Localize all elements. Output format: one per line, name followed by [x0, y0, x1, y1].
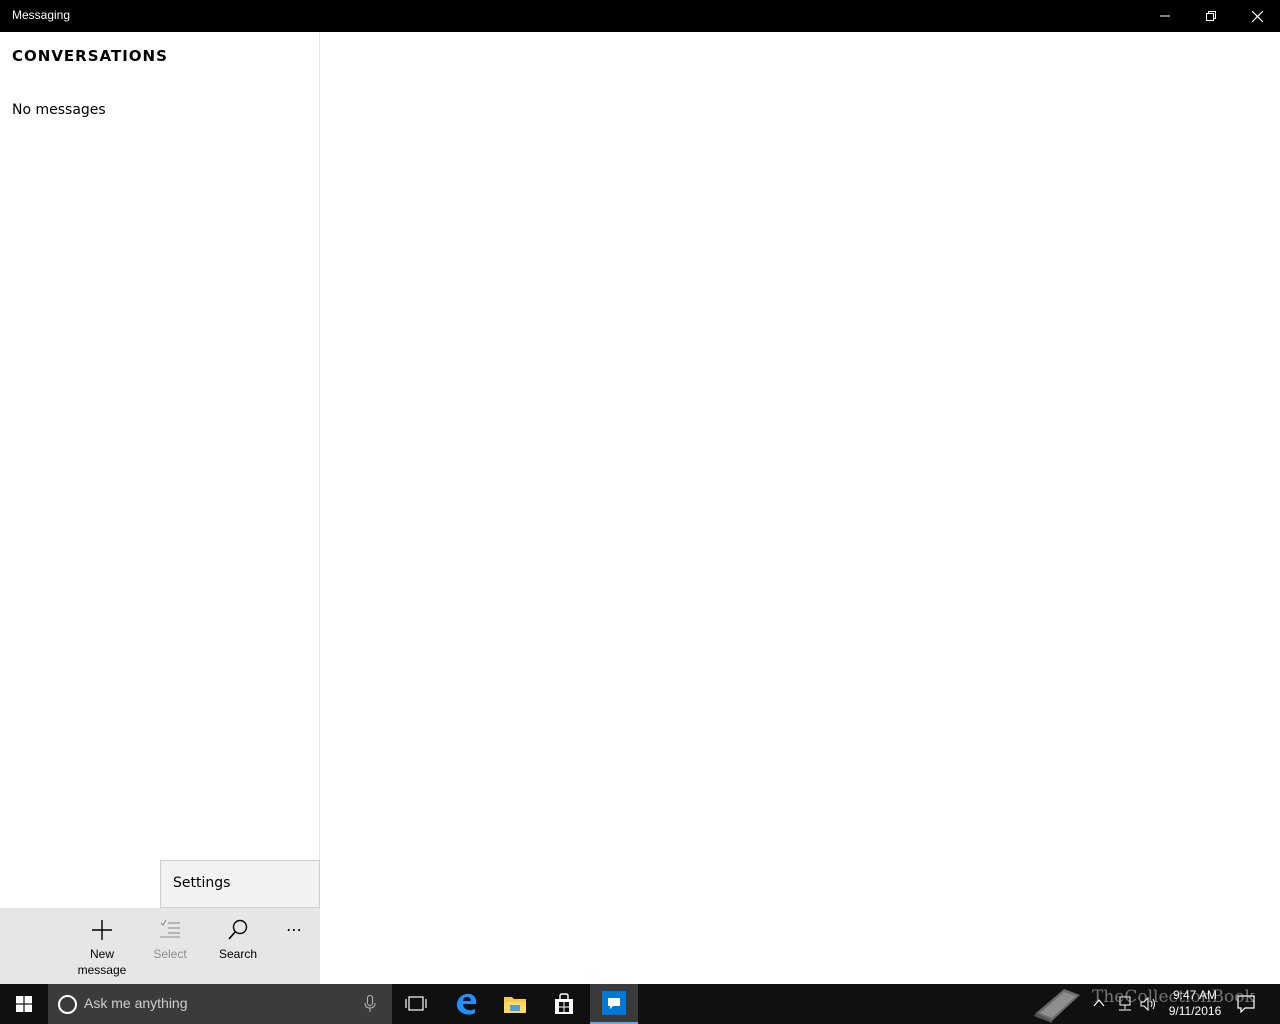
plus-icon — [92, 920, 112, 940]
start-button[interactable] — [0, 984, 48, 1024]
restore-icon — [1206, 11, 1216, 21]
new-message-label-line1: New — [89, 947, 114, 961]
messaging-taskbar-button[interactable] — [590, 984, 638, 1024]
new-message-button[interactable]: New message — [68, 908, 136, 984]
more-menu-flyout: Settings — [160, 860, 320, 908]
search-button[interactable]: Search — [204, 908, 272, 984]
select-list-icon — [160, 919, 180, 938]
task-view-button[interactable] — [392, 984, 440, 1024]
messaging-icon — [602, 991, 626, 1015]
store-taskbar-button[interactable] — [540, 984, 588, 1024]
cortana-search-box[interactable]: Ask me anything — [48, 984, 392, 1024]
search-icon — [228, 919, 248, 940]
edge-icon — [457, 993, 477, 1015]
close-button[interactable] — [1234, 0, 1280, 32]
select-label: Select — [153, 947, 187, 961]
minimize-button[interactable] — [1142, 0, 1188, 32]
volume-icon[interactable] — [1140, 996, 1158, 1012]
taskbar: Ask me anything 9:47 AM 9/11/2016 — [0, 984, 1280, 1024]
command-bar: New message Select Search ⋯ — [0, 908, 320, 984]
taskbar-clock[interactable]: 9:47 AM 9/11/2016 — [1160, 987, 1230, 1019]
conversations-heading: CONVERSATIONS — [12, 47, 168, 65]
file-explorer-icon — [504, 997, 526, 1013]
file-explorer-taskbar-button[interactable] — [491, 984, 539, 1024]
cortana-icon — [58, 995, 77, 1014]
conversations-pane: CONVERSATIONS No messages Settings New me… — [0, 32, 320, 984]
more-icon: ⋯ — [286, 920, 303, 939]
edge-taskbar-button[interactable] — [442, 984, 490, 1024]
cortana-search-placeholder: Ask me anything — [84, 995, 188, 1011]
minimize-icon — [1160, 15, 1170, 17]
windows-logo-icon — [16, 996, 32, 1012]
network-icon[interactable] — [1116, 996, 1134, 1012]
more-options-button[interactable]: ⋯ — [272, 908, 320, 984]
close-icon — [1251, 10, 1263, 22]
new-message-label: New message — [68, 946, 136, 978]
no-messages-text: No messages — [12, 102, 106, 118]
new-message-label-line2: message — [77, 963, 127, 977]
window-title: Messaging — [12, 8, 71, 22]
action-center-icon[interactable] — [1236, 995, 1256, 1013]
settings-menu-item[interactable]: Settings — [173, 875, 230, 891]
clock-time: 9:47 AM — [1172, 988, 1218, 1002]
select-button[interactable]: Select — [136, 908, 204, 984]
restore-button[interactable] — [1188, 0, 1234, 32]
show-hidden-icons-icon[interactable] — [1092, 996, 1106, 1010]
title-bar: Messaging — [0, 0, 1280, 32]
search-label: Search — [218, 947, 258, 961]
task-view-icon — [405, 996, 427, 1011]
clock-date: 9/11/2016 — [1168, 1004, 1222, 1018]
microphone-icon[interactable] — [364, 995, 376, 1013]
store-icon — [555, 993, 573, 1014]
